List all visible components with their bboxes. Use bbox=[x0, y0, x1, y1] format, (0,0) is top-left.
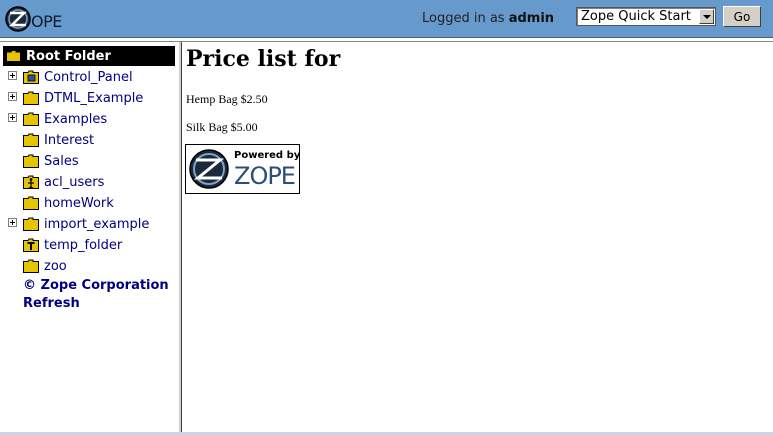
folder-icon bbox=[23, 133, 39, 147]
svg-text:OPE: OPE bbox=[31, 12, 62, 31]
tree-item-label: temp_folder bbox=[44, 238, 123, 253]
logged-in-prefix: Logged in as bbox=[422, 11, 505, 26]
folder-icon bbox=[23, 196, 39, 210]
zope-logo[interactable]: OPE bbox=[4, 5, 78, 33]
expand-icon[interactable] bbox=[8, 113, 17, 122]
root-folder-item[interactable]: Root Folder bbox=[3, 46, 175, 66]
tree-item-acl-users[interactable]: acl_users bbox=[0, 172, 178, 192]
folder-icon bbox=[23, 259, 39, 273]
tree-item-homework[interactable]: homeWork bbox=[0, 193, 178, 213]
go-button[interactable]: Go bbox=[723, 6, 761, 27]
tree-item-import-example[interactable]: import_example bbox=[0, 214, 178, 234]
tree-item-label: Control_Panel bbox=[44, 70, 133, 85]
expand-icon[interactable] bbox=[8, 218, 17, 227]
tree-item-label: Sales bbox=[44, 154, 79, 169]
quick-start-value: Zope Quick Start bbox=[581, 9, 691, 24]
username: admin bbox=[508, 11, 555, 26]
tree-item-control-panel[interactable]: Control_Panel bbox=[0, 67, 178, 87]
expand-icon[interactable] bbox=[8, 71, 17, 80]
main-content: Price list for Hemp Bag $2.50 Silk Bag $… bbox=[182, 42, 773, 435]
tree-item-label: acl_users bbox=[44, 175, 105, 190]
tree-item-label: zoo bbox=[44, 259, 67, 274]
folder-icon bbox=[23, 112, 39, 126]
logged-in-status: Logged in as admin bbox=[422, 11, 554, 26]
folder-icon bbox=[23, 217, 39, 231]
tree-item-label: homeWork bbox=[44, 196, 114, 211]
root-folder-label: Root Folder bbox=[26, 49, 111, 64]
control-panel-icon bbox=[23, 70, 39, 84]
folder-icon bbox=[23, 154, 39, 168]
tree-item-interest[interactable]: Interest bbox=[0, 130, 178, 150]
user-folder-icon bbox=[23, 175, 39, 189]
powered-by-zope-badge[interactable]: Powered by ZOPE bbox=[185, 144, 300, 194]
navigation-tree: Root Folder Control_Panel DTML_Example Exa… bbox=[0, 42, 179, 435]
quick-start-select[interactable]: Zope Quick Start bbox=[576, 7, 716, 26]
tree-item-label: import_example bbox=[44, 217, 150, 232]
chevron-down-icon[interactable] bbox=[699, 9, 714, 24]
powered-brand-text: ZOPE bbox=[234, 162, 296, 190]
tree-item-label: DTML_Example bbox=[44, 91, 144, 106]
tree-item-examples[interactable]: Examples bbox=[0, 109, 178, 129]
tree-item-temp-folder[interactable]: temp_folder bbox=[0, 235, 178, 255]
expand-icon[interactable] bbox=[8, 92, 17, 101]
tree-item-label: Examples bbox=[44, 112, 108, 127]
temp-folder-icon bbox=[23, 238, 39, 252]
copyright-link[interactable]: © Zope Corporation bbox=[23, 278, 169, 293]
price-item: Hemp Bag $2.50 bbox=[186, 92, 268, 106]
top-bar: OPE Logged in as admin Zope Quick Start … bbox=[0, 0, 773, 38]
tree-item-zoo[interactable]: zoo bbox=[0, 256, 178, 276]
tree-item-sales[interactable]: Sales bbox=[0, 151, 178, 171]
page-title: Price list for bbox=[186, 46, 341, 72]
folder-icon bbox=[6, 50, 21, 62]
tree-item-dtml-example[interactable]: DTML_Example bbox=[0, 88, 178, 108]
powered-by-text: Powered by bbox=[234, 150, 301, 161]
price-item: Silk Bag $5.00 bbox=[186, 120, 258, 134]
folder-icon bbox=[23, 91, 39, 105]
tree-item-label: Interest bbox=[44, 133, 95, 148]
refresh-link[interactable]: Refresh bbox=[23, 296, 80, 311]
